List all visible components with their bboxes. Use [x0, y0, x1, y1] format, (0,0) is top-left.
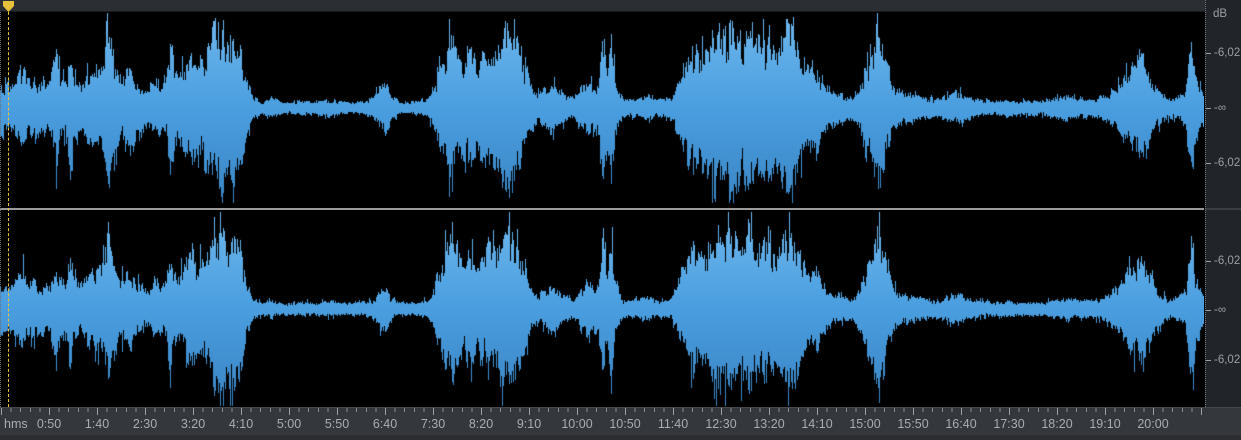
amplitude-scale-divider	[1206, 208, 1241, 210]
db-tick	[1206, 163, 1211, 164]
time-ruler-label: 7:30	[420, 417, 446, 431]
waveform-channel-2[interactable]	[0, 210, 1204, 407]
time-ruler-label: 8:20	[468, 417, 494, 431]
db-tick	[1206, 108, 1211, 109]
db-scale-label: -6,02	[1214, 157, 1241, 169]
ruler-bottom-strip	[0, 435, 1241, 440]
db-unit-label: dB	[1213, 8, 1228, 20]
db-scale-label: -6,02	[1214, 47, 1241, 59]
time-ruler-label: 14:10	[801, 417, 833, 431]
db-scale-label: -∞	[1214, 304, 1227, 316]
time-unit-label: hms	[4, 417, 28, 431]
playhead-handle-icon[interactable]	[3, 1, 14, 12]
timeline-header-bar[interactable]	[0, 0, 1241, 12]
time-ruler-label: 12:30	[705, 417, 737, 431]
time-ruler-label: 9:10	[516, 417, 542, 431]
time-ruler-label: 2:30	[132, 417, 158, 431]
time-ruler-label: 3:20	[180, 417, 206, 431]
db-tick	[1206, 360, 1211, 361]
db-scale-label: -∞	[1214, 102, 1227, 114]
waveform-channel-1[interactable]	[0, 12, 1204, 208]
time-ruler-label: 13:20	[753, 417, 785, 431]
time-ruler-label: 4:10	[228, 417, 254, 431]
time-ruler-ticks	[0, 408, 1204, 416]
time-ruler-label: 10:00	[561, 417, 593, 431]
waveform-canvas-channel-2[interactable]	[0, 210, 1204, 407]
db-tick	[1206, 261, 1211, 262]
db-tick	[1206, 310, 1211, 311]
db-scale-label: -6,02	[1214, 255, 1241, 267]
time-ruler-label: 10:50	[609, 417, 641, 431]
db-scale-label: -6,02	[1214, 354, 1241, 366]
time-ruler-label: 18:20	[1041, 417, 1073, 431]
time-ruler-label: 0:50	[36, 417, 62, 431]
time-ruler-label: 20:00	[1137, 417, 1169, 431]
time-ruler-label: 15:50	[897, 417, 929, 431]
time-ruler-label: 17:30	[993, 417, 1025, 431]
waveform-canvas-channel-1[interactable]	[0, 12, 1204, 208]
time-ruler-label: 1:40	[84, 417, 110, 431]
time-ruler-label: 6:40	[372, 417, 398, 431]
time-ruler-label: 19:10	[1089, 417, 1121, 431]
amplitude-scale[interactable]: dB -6,02 -∞ -6,02 -6,02 -∞ -6,02	[1205, 0, 1241, 407]
time-ruler-label: 5:50	[324, 417, 350, 431]
waveform-editor: dB -6,02 -∞ -6,02 -6,02 -∞ -6,02 hms 0:50 1:40…	[0, 0, 1241, 440]
time-ruler-label: 16:40	[945, 417, 977, 431]
db-tick	[1206, 53, 1211, 54]
timeline-start-boundary-line	[0, 12, 1, 407]
time-ruler-label: 11:40	[657, 417, 689, 431]
time-ruler[interactable]: hms 0:50 1:40 2:30 3:20 4:10 5:00 5:50 6:40 7:30…	[0, 407, 1241, 440]
time-ruler-label: 15:00	[849, 417, 881, 431]
time-ruler-label: 5:00	[276, 417, 302, 431]
playhead-line[interactable]	[8, 12, 9, 407]
